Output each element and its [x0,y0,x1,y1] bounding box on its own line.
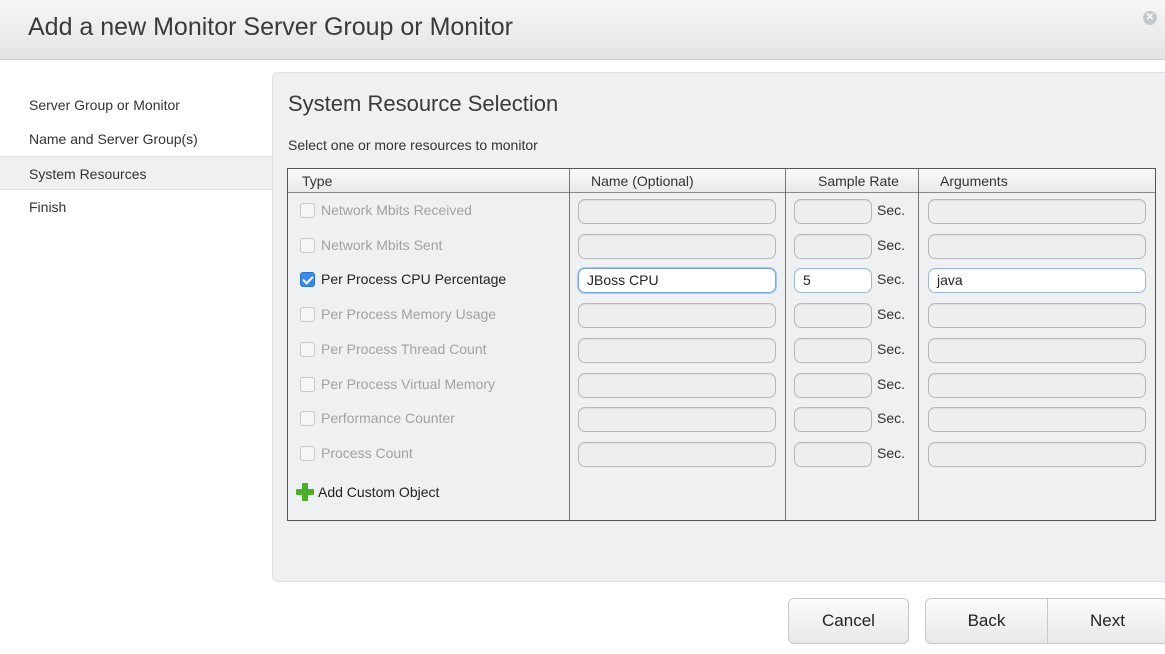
sample-rate-field[interactable] [794,233,872,259]
table-row: Network Mbits Sent Sec. [288,229,1155,263]
resource-checkbox[interactable] [300,376,315,392]
resource-type-label: Performance Counter [321,410,455,427]
dialog-title: Add a new Monitor Server Group or Monito… [28,13,513,41]
name-field[interactable] [578,372,776,398]
sample-rate-field[interactable]: 5 [794,268,872,294]
seconds-unit-label: Sec. [877,410,906,427]
seconds-unit-label: Sec. [877,375,906,392]
table-row: Per Process Virtual Memory Sec. [288,368,1155,402]
resource-checkbox[interactable] [300,237,315,253]
arguments-field[interactable] [928,199,1146,224]
arguments-field[interactable] [928,372,1146,398]
resource-type-label: Per Process Memory Usage [321,306,497,323]
seconds-unit-label: Sec. [877,271,906,288]
name-field[interactable] [578,407,776,433]
table-header: Type Name (Optional) Sample Rate Argumen… [288,169,1155,193]
seconds-unit-label: Sec. [877,202,906,218]
name-field[interactable]: JBoss CPU [578,268,776,294]
arguments-field[interactable]: java [928,268,1146,294]
resource-checkbox[interactable] [300,203,315,218]
resource-type-label: Per Process CPU Percentage [321,271,507,288]
arguments-field[interactable] [928,407,1146,433]
resource-checkbox[interactable] [300,341,315,357]
name-field[interactable] [578,337,776,363]
resource-checkbox[interactable] [300,272,315,288]
table-row: Per Process CPU Percentage JBoss CPU 5 Sec.… [288,263,1155,297]
sample-rate-field[interactable] [794,372,872,398]
page-subtitle: Select one or more resources to monitor [288,137,538,153]
seconds-unit-label: Sec. [877,236,906,253]
arguments-field[interactable] [928,303,1146,329]
page-title: System Resource Selection [288,91,559,116]
add-custom-object-button[interactable]: Add Custom Object [296,483,439,501]
name-field[interactable] [578,199,776,224]
sample-rate-field[interactable] [794,337,872,363]
arguments-field[interactable] [928,441,1146,467]
sample-rate-field[interactable] [794,441,872,467]
table-row: Per Process Thread Count Sec. [288,333,1155,367]
back-button[interactable]: Back [925,598,1048,644]
sidebar-item-name-and-server-groups[interactable]: Name and Server Group(s) [0,122,273,156]
arguments-field[interactable] [928,233,1146,259]
sidebar-item-system-resources[interactable]: System Resources [0,156,273,190]
cancel-button[interactable]: Cancel [788,598,909,644]
name-field[interactable] [578,233,776,259]
sample-rate-field[interactable] [794,303,872,329]
resource-type-label: Network Mbits Sent [321,236,443,253]
table-row: Process Count Sec. [288,437,1155,471]
sample-rate-field[interactable] [794,199,872,224]
resource-checkbox[interactable] [300,411,315,427]
resource-type-label: Network Mbits Received [321,202,472,218]
sidebar-item-finish[interactable]: Finish [0,190,273,224]
sidebar-item-server-group-or-monitor[interactable]: Server Group or Monitor [0,88,273,122]
name-field[interactable] [578,441,776,467]
table-row: Per Process Memory Usage Sec. [288,298,1155,332]
table-row: Performance Counter Sec. [288,402,1155,436]
resource-type-label: Process Count [321,444,413,461]
plus-icon [296,483,314,501]
resource-checkbox[interactable] [300,445,315,461]
column-header-type[interactable]: Type [302,173,332,189]
seconds-unit-label: Sec. [877,444,906,461]
table-row: Network Mbits Received Sec. [288,194,1155,228]
name-field[interactable] [578,303,776,329]
resource-table: Type Name (Optional) Sample Rate Argumen… [287,168,1156,521]
wizard-steps-sidebar: Server Group or Monitor Name and Server … [0,88,273,224]
resource-checkbox[interactable] [300,307,315,323]
sample-rate-field[interactable] [794,407,872,433]
column-header-sample-rate[interactable]: Sample Rate [818,173,899,189]
resource-type-label: Per Process Thread Count [321,340,487,357]
seconds-unit-label: Sec. [877,306,906,323]
arguments-field[interactable] [928,337,1146,363]
seconds-unit-label: Sec. [877,340,906,357]
next-button[interactable]: Next [1047,598,1165,644]
column-header-name[interactable]: Name (Optional) [591,173,694,189]
column-header-arguments[interactable]: Arguments [940,173,1008,189]
close-icon[interactable]: ✕ [1143,11,1157,25]
add-custom-object-label: Add Custom Object [318,484,440,500]
dialog-titlebar: Add a new Monitor Server Group or Monito… [0,0,1165,60]
resource-type-label: Per Process Virtual Memory [321,375,496,392]
